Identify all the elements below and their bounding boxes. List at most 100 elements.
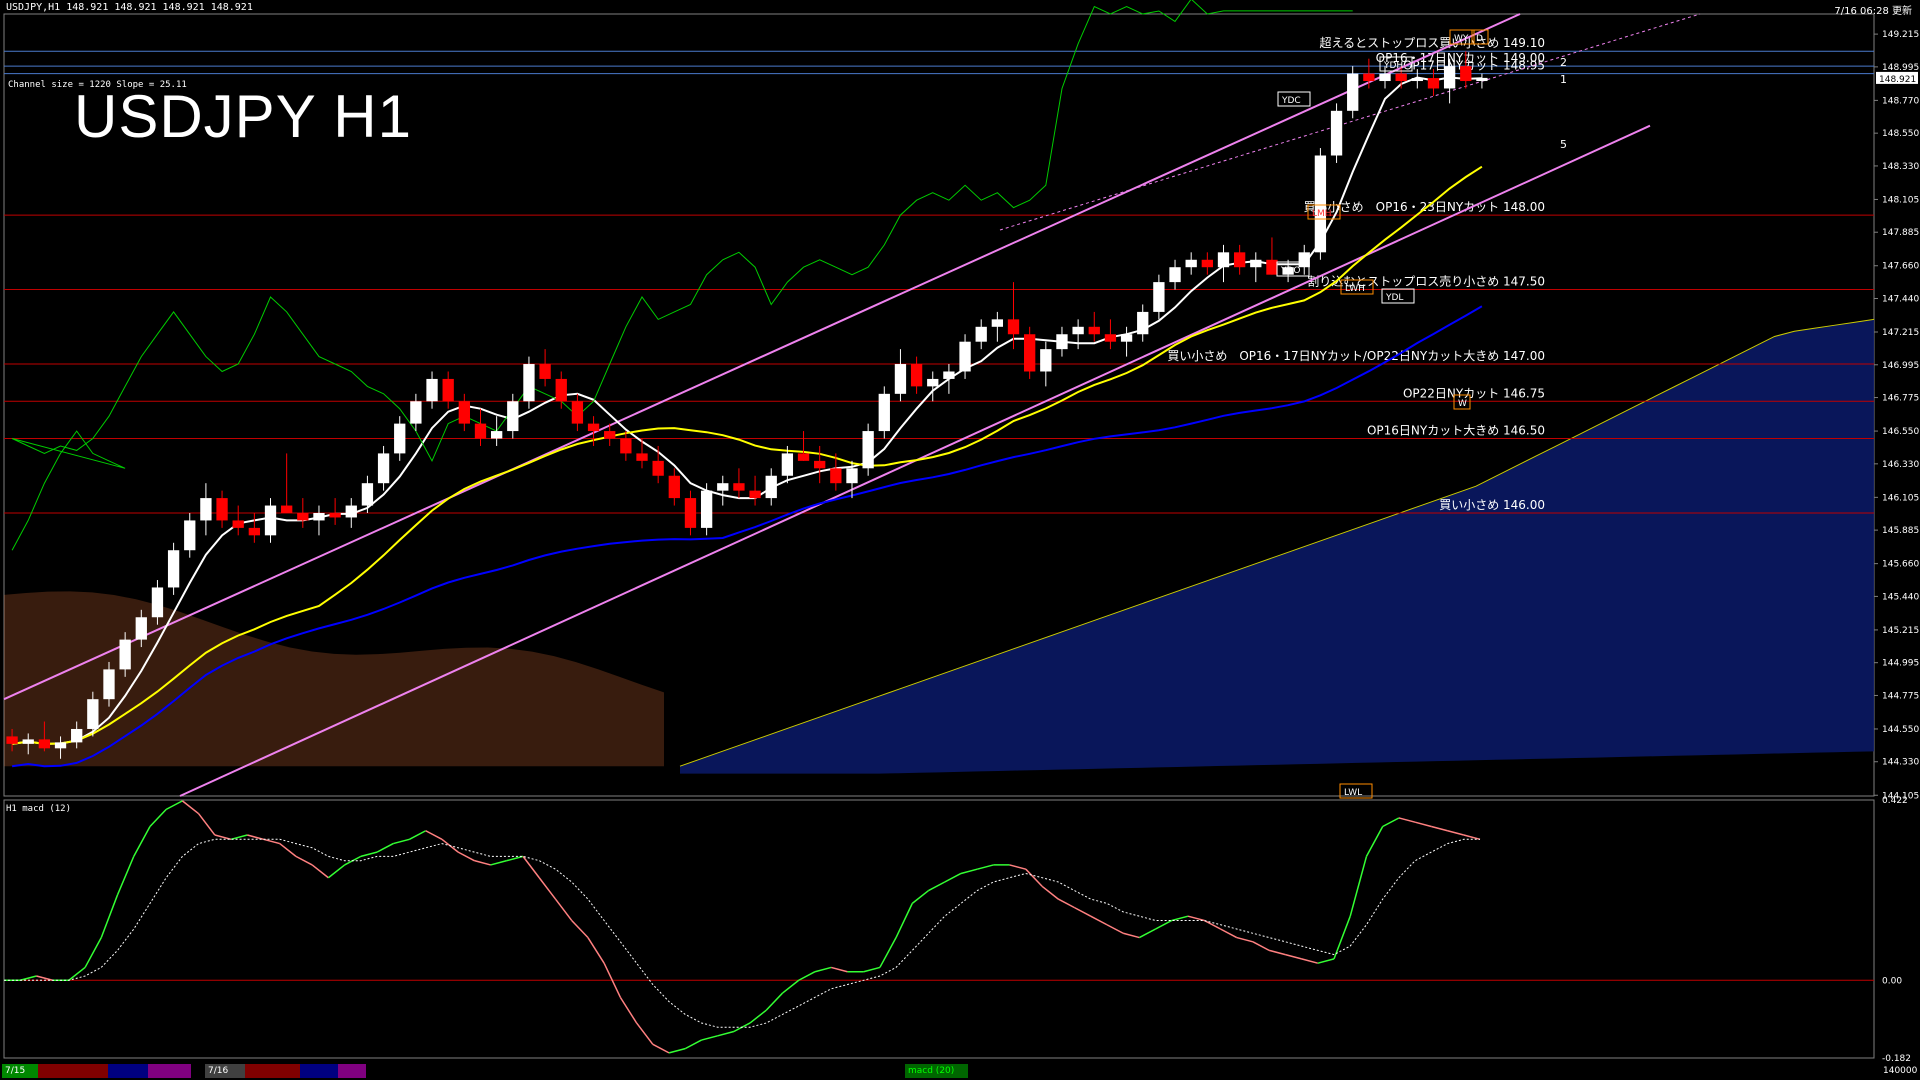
- macd-tick-label: 0.00: [1882, 976, 1902, 986]
- macd-line-seg: [1057, 898, 1075, 909]
- macd-line-seg: [538, 877, 557, 900]
- macd-line-seg: [1106, 924, 1124, 934]
- macd-line-seg: [100, 894, 119, 938]
- candle-body: [523, 364, 535, 402]
- candle-body: [991, 319, 1004, 327]
- box-label: W: [1458, 399, 1467, 409]
- macd-line-seg: [425, 830, 443, 840]
- macd-line-seg: [327, 864, 346, 879]
- tab-date-1[interactable]: 7/15: [2, 1064, 40, 1078]
- tab-segment-purple-2[interactable]: [338, 1064, 366, 1078]
- box-label: YDC: [1281, 96, 1301, 106]
- price-tick-label: 148.995: [1882, 63, 1919, 73]
- tab-macd[interactable]: macd (20): [905, 1064, 968, 1078]
- candle-body: [345, 505, 357, 518]
- candle-body: [878, 393, 890, 432]
- candle-body: [184, 520, 196, 551]
- candle-body: [281, 505, 293, 513]
- candle-body: [1363, 73, 1375, 82]
- fib-mark: 5: [1560, 138, 1567, 151]
- update-clock: 7/16 06:28 更新: [1834, 6, 1912, 17]
- macd-line-seg: [214, 834, 232, 841]
- level-label: 超えるとストップロス買い小さめ 149.10: [1320, 35, 1545, 50]
- candle-body: [329, 512, 341, 518]
- candle-body: [200, 498, 212, 521]
- box-label: YDO: [1280, 266, 1301, 276]
- macd-line-seg: [1074, 906, 1092, 917]
- price-tick-label: 148.770: [1882, 96, 1919, 106]
- tab-segment-red[interactable]: [38, 1064, 111, 1078]
- price-tick-label: 148.330: [1882, 162, 1919, 172]
- macd-tick-label: 0.422: [1882, 796, 1908, 806]
- candle-body: [652, 460, 664, 476]
- candle-body: [103, 669, 115, 700]
- macd-line-seg: [1431, 825, 1448, 832]
- macd-line-seg: [1285, 953, 1302, 960]
- macd-line-seg: [181, 800, 200, 815]
- macd-line-seg: [684, 1039, 702, 1050]
- candle-body: [975, 326, 987, 342]
- candle-body: [587, 423, 600, 432]
- box-label: YDL: [1385, 293, 1403, 303]
- macd-pane: 0.4220.00-0.182: [4, 796, 1911, 1064]
- candle-body: [1104, 334, 1117, 342]
- macd-line-seg: [879, 937, 897, 968]
- macd-line-seg: [701, 1035, 718, 1041]
- candle-body: [1411, 78, 1423, 82]
- macd-line-seg: [1301, 958, 1318, 964]
- macd-line-seg: [230, 834, 248, 841]
- candle-body: [571, 401, 584, 424]
- tab-date-2[interactable]: 7/16: [205, 1064, 248, 1078]
- tab-segment-blue-2[interactable]: [300, 1064, 341, 1078]
- chart-window: 149.215 148.995 148.770 148.550 148.330 148.1…: [0, 0, 1920, 1080]
- macd-line-seg: [668, 1047, 686, 1054]
- candle-body: [1153, 282, 1165, 312]
- macd-line-seg: [1252, 941, 1270, 952]
- macd-line-seg: [84, 937, 102, 968]
- macd-line-seg: [1365, 826, 1384, 857]
- candle-body: [1040, 349, 1052, 372]
- main-chart[interactable]: 149.215 148.995 148.770 148.550 148.330 148.1…: [0, 0, 1920, 1080]
- window-title: USDJPY,H1 148.921 148.921 148.921 148.92…: [6, 2, 253, 13]
- macd-line-seg: [360, 851, 378, 858]
- candle-body: [1298, 252, 1310, 268]
- tab-date-2-label: 7/16: [208, 1066, 229, 1076]
- macd-line-seg: [928, 881, 946, 892]
- macd-line-seg: [1236, 936, 1254, 943]
- macd-line-seg: [587, 937, 605, 964]
- tab-segment-blue[interactable]: [108, 1064, 151, 1078]
- price-tick-label: 145.885: [1882, 526, 1919, 536]
- macd-line-seg: [944, 872, 962, 883]
- future-cloud-blue: [680, 319, 1874, 774]
- candle-body: [1088, 326, 1100, 335]
- macd-line-seg: [782, 979, 800, 994]
- level-label: OP22日NYカット 146.75: [1403, 386, 1545, 400]
- tab-segment-red-2[interactable]: [245, 1064, 303, 1078]
- candle-body: [668, 475, 680, 499]
- candle-body: [248, 527, 261, 536]
- macd-line-seg: [1122, 932, 1140, 939]
- macd-line-seg: [198, 813, 216, 836]
- macd-line-seg: [247, 834, 264, 841]
- macd-line-seg: [36, 975, 53, 981]
- candle-body: [426, 378, 438, 402]
- tab-segment-purple[interactable]: [148, 1064, 191, 1078]
- candle-body: [1056, 334, 1068, 350]
- candle-body: [1347, 73, 1359, 111]
- macd-line-seg: [1220, 928, 1238, 939]
- candle-body: [507, 401, 519, 432]
- candle-body: [490, 431, 503, 439]
- macd-line-seg: [1009, 864, 1027, 870]
- candle-body: [1201, 259, 1213, 268]
- candle-body: [927, 378, 939, 387]
- price-tick-label: 146.105: [1882, 493, 1919, 503]
- macd-line-seg: [409, 830, 427, 840]
- macd-line-seg: [652, 1043, 670, 1054]
- candle-body: [620, 438, 632, 454]
- candle-body: [1233, 252, 1246, 268]
- price-tick-label: 144.330: [1882, 758, 1919, 768]
- bottom-right-value: 140000: [1880, 1064, 1920, 1078]
- macd-line-seg: [749, 1009, 767, 1024]
- candle-body: [700, 490, 713, 528]
- candle-body: [1007, 319, 1020, 335]
